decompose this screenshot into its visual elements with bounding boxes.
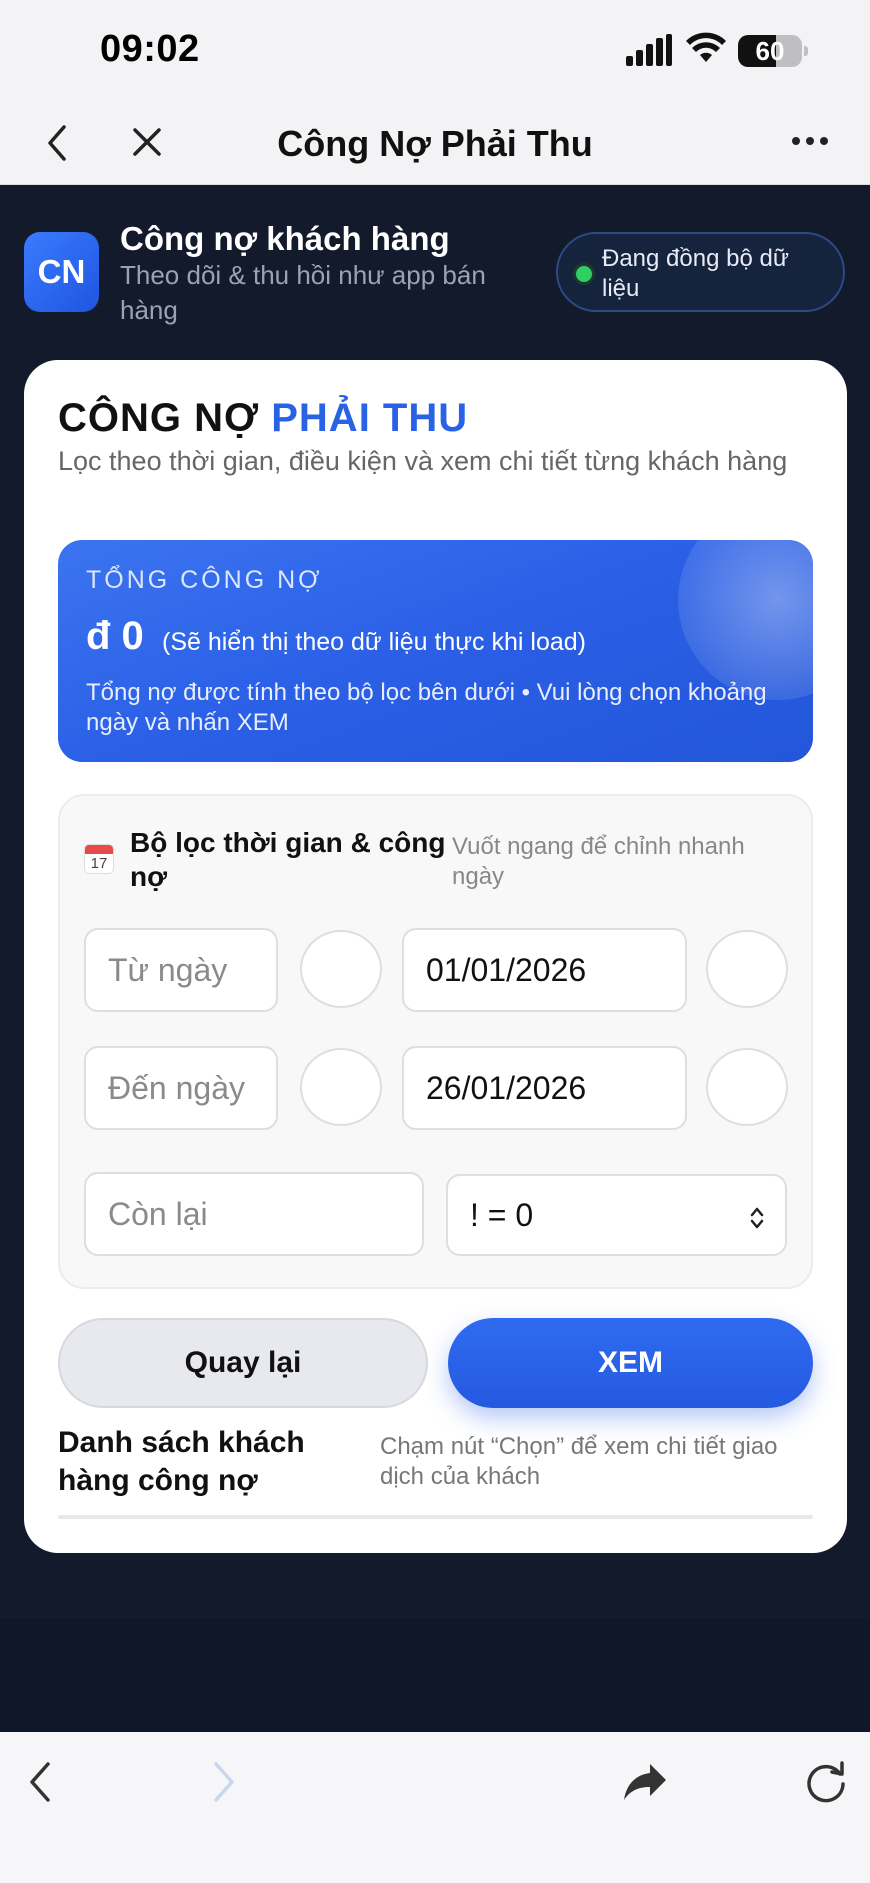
from-date-decrement[interactable] bbox=[300, 930, 382, 1008]
from-date-label: Từ ngày bbox=[84, 928, 278, 1012]
to-date-label: Đến ngày bbox=[84, 1046, 278, 1130]
status-time: 09:02 bbox=[100, 28, 200, 70]
select-arrows-icon bbox=[750, 1207, 764, 1229]
browser-back-icon[interactable] bbox=[26, 1760, 56, 1804]
calendar-icon: 17 bbox=[84, 844, 114, 874]
wifi-icon bbox=[686, 32, 726, 62]
remaining-label: Còn lại bbox=[84, 1172, 424, 1256]
app-subtitle: Theo dõi & thu hồi như app bán hàng bbox=[120, 260, 486, 325]
total-description: Tổng nợ được tính theo bộ lọc bên dưới •… bbox=[86, 679, 767, 736]
to-date-increment[interactable] bbox=[706, 1048, 788, 1126]
total-debt-panel: TỔNG CÔNG NỢ đ 0 (Sẽ hiển thị theo dữ li… bbox=[58, 540, 813, 762]
page-title: Công Nợ Phải Thu bbox=[277, 123, 593, 164]
nav-bar: Công Nợ Phải Thu bbox=[0, 103, 870, 185]
total-note: (Sẽ hiển thị theo dữ liệu thực khi load) bbox=[162, 628, 586, 656]
view-button[interactable]: XEM bbox=[448, 1318, 813, 1408]
back-button[interactable]: Quay lại bbox=[58, 1318, 428, 1408]
card-title-accent: PHẢI THU bbox=[271, 396, 469, 440]
reload-icon[interactable] bbox=[804, 1760, 848, 1804]
sync-dot-icon bbox=[576, 266, 592, 282]
card-subtitle: Lọc theo thời gian, điều kiện và xem chi… bbox=[58, 446, 788, 476]
calendar-day: 17 bbox=[90, 855, 108, 872]
app-footer-area bbox=[0, 1618, 870, 1732]
app-logo: CN bbox=[24, 232, 99, 312]
debt-card: CÔNG NỢ PHẢI THU Lọc theo thời gian, điề… bbox=[24, 360, 847, 1553]
sync-status-badge: Đang đồng bộ dữ liệu bbox=[556, 232, 845, 312]
total-label: TỔNG CÔNG NỢ bbox=[86, 566, 323, 594]
condition-value: ! = 0 bbox=[470, 1197, 534, 1233]
from-date-input[interactable]: 01/01/2026 bbox=[402, 928, 687, 1012]
battery-icon: 60 bbox=[738, 35, 802, 67]
total-amount: đ 0 bbox=[86, 614, 144, 658]
condition-select[interactable]: ! = 0 bbox=[446, 1174, 787, 1256]
to-date-input[interactable]: 26/01/2026 bbox=[402, 1046, 687, 1130]
from-date-increment[interactable] bbox=[706, 930, 788, 1008]
customer-list-title: Danh sách khách hàng công nợ bbox=[58, 1426, 305, 1497]
filter-hint: Vuốt ngang để chỉnh nhanh ngày bbox=[452, 833, 745, 890]
card-title-main: CÔNG NỢ bbox=[58, 396, 272, 440]
more-icon[interactable] bbox=[790, 135, 830, 147]
browser-forward-icon[interactable] bbox=[208, 1760, 238, 1804]
app-title: Công nợ khách hàng bbox=[120, 220, 450, 257]
share-icon[interactable] bbox=[622, 1760, 668, 1804]
sync-status-text: Đang đồng bộ dữ liệu bbox=[602, 245, 789, 302]
signal-icon bbox=[626, 34, 672, 66]
card-title: CÔNG NỢ PHẢI THU bbox=[58, 396, 468, 441]
filter-title: Bộ lọc thời gian & công nợ bbox=[130, 827, 446, 892]
battery-level: 60 bbox=[755, 36, 785, 66]
filter-panel: 17 Bộ lọc thời gian & công nợ Vuốt ngang… bbox=[58, 794, 813, 1289]
to-date-decrement[interactable] bbox=[300, 1048, 382, 1126]
browser-toolbar bbox=[0, 1732, 870, 1883]
list-divider bbox=[58, 1515, 813, 1519]
customer-list-hint: Chạm nút “Chọn” để xem chi tiết giao dịc… bbox=[380, 1433, 778, 1490]
status-bar: 09:02 60 bbox=[0, 0, 870, 103]
